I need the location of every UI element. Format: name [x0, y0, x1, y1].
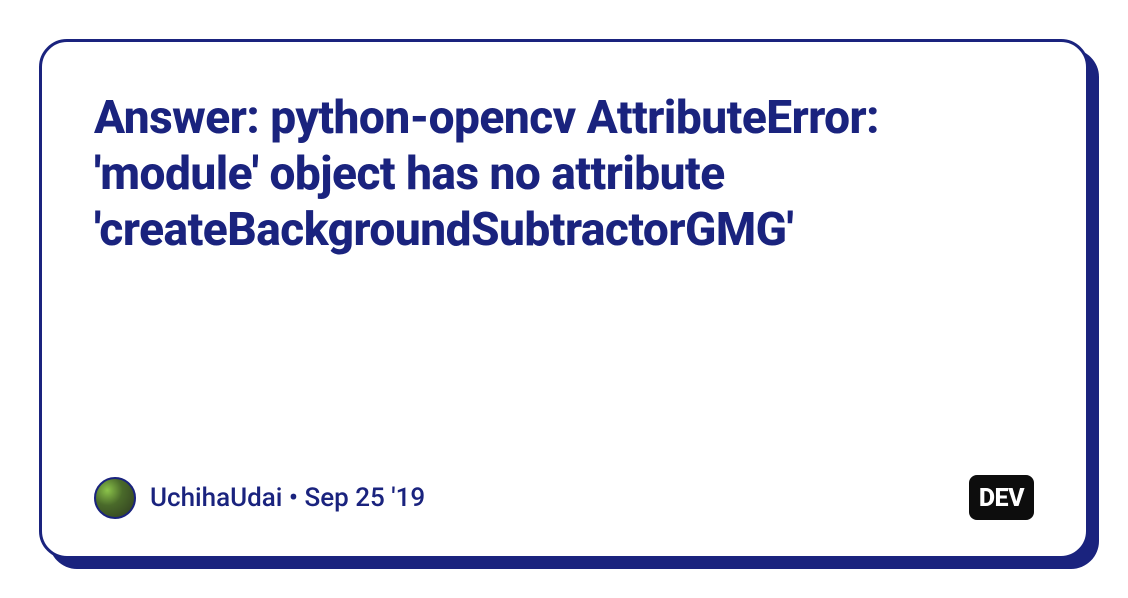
post-date: Sep 25 '19: [304, 483, 425, 513]
social-card: Answer: python-opencv AttributeError: 'm…: [39, 39, 1089, 559]
card-footer: UchihaUdai • Sep 25 '19 DEV: [94, 475, 1034, 520]
post-title: Answer: python-opencv AttributeError: 'm…: [94, 90, 1034, 258]
separator: •: [282, 483, 304, 513]
author-name: UchihaUdai: [150, 483, 282, 513]
author-meta: UchihaUdai • Sep 25 '19: [150, 483, 425, 513]
dev-logo-badge: DEV: [969, 475, 1034, 520]
author-avatar: [94, 477, 136, 519]
author-info: UchihaUdai • Sep 25 '19: [94, 477, 425, 519]
card-content: Answer: python-opencv AttributeError: 'm…: [39, 39, 1089, 559]
